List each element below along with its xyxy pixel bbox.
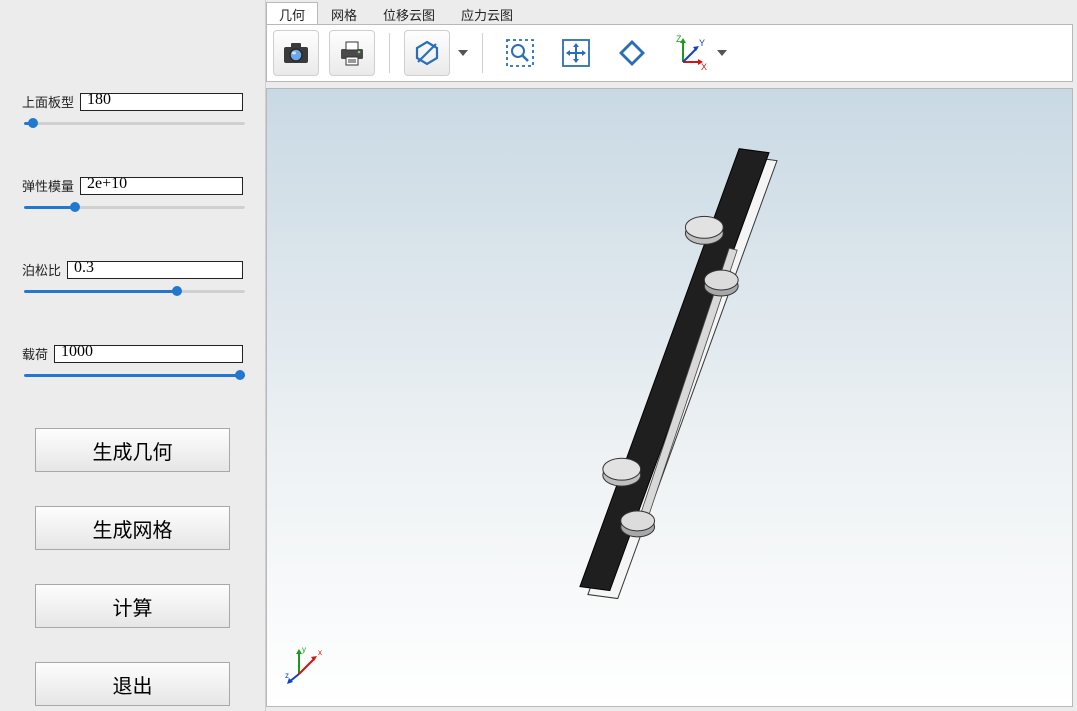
poisson-ratio-input[interactable] (72, 261, 238, 278)
toolbar: Z Y X (266, 24, 1073, 82)
shading-mode-button[interactable] (404, 30, 468, 76)
print-button[interactable] (329, 30, 375, 76)
tab-displacement[interactable]: 位移云图 (370, 2, 448, 24)
rotate-diamond-icon (615, 36, 649, 70)
generate-geometry-button[interactable]: 生成几何 (35, 428, 230, 472)
param-label: 泊松比 (22, 260, 61, 279)
param-label: 载荷 (22, 344, 48, 363)
geometry-model (267, 89, 1072, 706)
axes-icon: Z Y X (671, 34, 709, 72)
load-input[interactable] (59, 345, 238, 362)
view-area: 几何 网格 位移云图 应力云图 (266, 0, 1077, 711)
rotate-view-button[interactable] (609, 30, 655, 76)
svg-text:Y: Y (699, 38, 705, 48)
exit-button[interactable]: 退出 (35, 662, 230, 706)
hexagon-slash-icon (412, 38, 442, 68)
tab-stress[interactable]: 应力云图 (448, 2, 526, 24)
toolbar-separator (482, 33, 483, 73)
tab-geometry[interactable]: 几何 (266, 2, 318, 24)
orientation-triad-icon: x y z (285, 644, 329, 684)
axes-orientation-button[interactable]: Z Y X (671, 34, 727, 72)
param-poisson-ratio: 泊松比 (22, 260, 243, 296)
chevron-down-icon (717, 50, 727, 56)
tab-mesh[interactable]: 网格 (318, 2, 370, 24)
fit-view-button[interactable] (553, 30, 599, 76)
svg-text:y: y (302, 645, 306, 654)
zoom-box-button[interactable] (497, 30, 543, 76)
side-panel: 上面板型 弹性模量 泊松比 载荷 (0, 0, 266, 711)
zoom-box-icon (503, 36, 537, 70)
top-plate-input[interactable] (85, 93, 238, 110)
param-elastic-modulus: 弹性模量 (22, 176, 243, 212)
chevron-down-icon (458, 50, 468, 56)
param-load: 载荷 (22, 344, 243, 380)
camera-icon (281, 38, 311, 68)
svg-text:X: X (701, 62, 707, 72)
poisson-ratio-slider[interactable] (24, 290, 245, 293)
load-slider[interactable] (24, 374, 245, 377)
elastic-modulus-slider[interactable] (24, 206, 245, 209)
screenshot-button[interactable] (273, 30, 319, 76)
param-top-plate: 上面板型 (22, 92, 243, 128)
fit-view-icon (559, 36, 593, 70)
svg-text:z: z (285, 671, 289, 680)
param-label: 上面板型 (22, 92, 74, 111)
svg-text:x: x (318, 648, 322, 657)
toolbar-separator (389, 33, 390, 73)
tab-strip: 几何 网格 位移云图 应力云图 (266, 2, 1077, 24)
param-label: 弹性模量 (22, 176, 74, 195)
top-plate-slider[interactable] (24, 122, 245, 125)
svg-text:Z: Z (676, 34, 682, 44)
printer-icon (337, 38, 367, 68)
generate-mesh-button[interactable]: 生成网格 (35, 506, 230, 550)
elastic-modulus-input[interactable] (85, 177, 238, 194)
compute-button[interactable]: 计算 (35, 584, 230, 628)
viewport-3d[interactable]: x y z (266, 88, 1073, 707)
